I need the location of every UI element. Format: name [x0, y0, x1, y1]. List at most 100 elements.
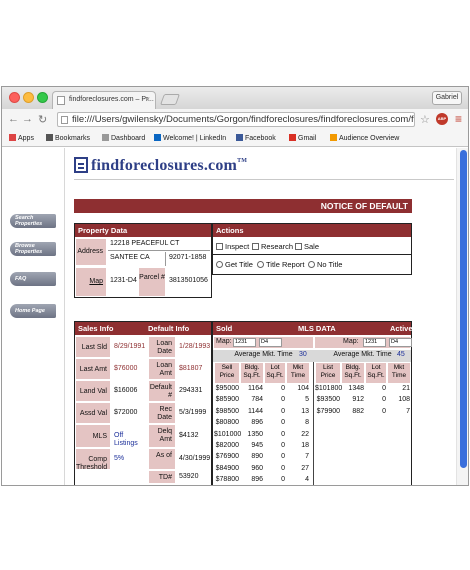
sold-cell: 890 — [251, 453, 263, 461]
bookmark-star-icon[interactable]: ☆ — [420, 113, 430, 126]
sold-cell: 8 — [305, 419, 309, 427]
browser-tab[interactable]: findforeclosures.com – Pr... × — [52, 91, 156, 109]
sales-value: $72000 — [114, 409, 138, 416]
sold-map-input-b[interactable]: D4 — [259, 338, 282, 347]
sold-cell: 0 — [281, 385, 285, 392]
city-value: SANTEE CA — [108, 252, 166, 266]
radio-icon[interactable] — [257, 261, 264, 268]
nav-search-properties[interactable]: Search Properties — [10, 214, 56, 228]
mls-divider — [313, 362, 314, 485]
bookmark-item[interactable]: Welcome! | LinkedIn — [154, 134, 226, 142]
bookmark-item[interactable]: Facebook — [236, 134, 276, 142]
sold-cell: 5 — [305, 396, 309, 404]
logo-trademark: TM — [237, 158, 248, 164]
nav-faq[interactable]: FAQ — [10, 272, 56, 286]
sales-label: Last Sld — [75, 336, 111, 358]
logo-text: findforeclosures.com — [91, 157, 238, 174]
sold-map-input-a[interactable]: 1231 — [233, 338, 256, 347]
sold-cell: 13 — [301, 407, 309, 415]
bookmark-label: Welcome! | LinkedIn — [163, 135, 227, 142]
back-arrow-icon[interactable]: ← — [8, 113, 19, 125]
active-map-label: Map: — [343, 338, 359, 345]
bookmark-item[interactable]: Dashboard — [102, 134, 145, 142]
sold-cell: 0 — [281, 430, 285, 438]
sold-cell: 0 — [281, 453, 285, 461]
sales-value[interactable]: Off Listings — [112, 424, 148, 448]
menu-icon[interactable]: ≡ — [455, 112, 462, 126]
default-value: $4132 — [179, 432, 199, 439]
parcel-value: 3813501056 — [169, 277, 208, 284]
active-map-input-a[interactable]: 1231 — [363, 338, 386, 347]
title-report-radio[interactable]: Title Report — [257, 260, 305, 269]
bookmark-item[interactable]: Apps — [9, 134, 34, 142]
nav-home-page[interactable]: Home Page — [10, 304, 56, 318]
sold-cell: 945 — [251, 442, 263, 449]
sold-column-header: Lot Sq.Ft. — [264, 362, 286, 384]
active-cell: 0 — [382, 385, 386, 392]
sales-info-header: Sales Info Default Info — [75, 322, 211, 335]
reload-icon[interactable]: ↻ — [38, 113, 47, 126]
adblock-icon[interactable]: ABP — [436, 113, 448, 125]
bookmark-item[interactable]: Bookmarks — [46, 134, 90, 142]
sales-value: $76000 — [114, 365, 138, 372]
sold-cell: 1144 — [247, 407, 263, 415]
sold-cell: 104 — [297, 385, 309, 392]
profile-button[interactable]: Gabriel — [432, 91, 462, 105]
forward-arrow-icon[interactable]: → — [22, 113, 33, 125]
default-value: 294331 — [179, 387, 203, 394]
sold-cell: $95000 — [215, 385, 239, 392]
sold-cell: 0 — [281, 419, 285, 427]
new-tab-button[interactable] — [159, 94, 181, 105]
site-logo[interactable]: findforeclosures.comTM — [74, 157, 247, 175]
research-checkbox[interactable]: Research — [252, 242, 293, 251]
sold-cell: 0 — [281, 476, 285, 484]
bookmark-item[interactable]: Gmail — [289, 134, 316, 142]
inspect-label: Inspect — [225, 242, 250, 251]
sold-cell: $101000 — [214, 430, 242, 438]
active-map-input-b[interactable]: D4 — [389, 338, 412, 347]
address-bar[interactable]: file:///Users/gwilensky/Documents/Gorgon… — [57, 112, 415, 127]
checkbox-icon[interactable] — [252, 243, 259, 250]
page-icon — [102, 134, 109, 141]
sold-cell: 4 — [305, 476, 309, 484]
active-column-header: Bldg. Sq.Ft. — [341, 362, 365, 384]
map-label[interactable]: Map — [75, 267, 107, 297]
title-bar: findforeclosures.com – Pr... × Gabriel — [2, 87, 468, 109]
default-label: Delq Amt — [148, 424, 176, 448]
radio-icon[interactable] — [216, 261, 223, 268]
bookmark-label: Facebook — [245, 135, 276, 142]
gmail-icon — [289, 134, 296, 141]
mls-data-header: Sold MLS DATA Active — [213, 322, 413, 335]
apps-grid-icon — [9, 134, 16, 141]
default-label: Rec Date — [148, 402, 176, 424]
minimize-window-icon[interactable] — [23, 92, 34, 103]
sold-cell: $85900 — [215, 396, 239, 404]
tab-close-icon[interactable]: × — [145, 95, 150, 104]
close-window-icon[interactable] — [9, 92, 20, 103]
scrollbar-thumb[interactable] — [460, 150, 467, 468]
radio-icon[interactable] — [308, 261, 315, 268]
analytics-icon — [330, 134, 337, 141]
default-label: Loan Amt — [148, 358, 176, 380]
active-column-header: List Price — [315, 362, 341, 384]
no-title-radio[interactable]: No Title — [308, 260, 342, 269]
map-value: 1231-D4 — [110, 277, 137, 284]
vertical-scrollbar[interactable] — [456, 148, 468, 485]
sold-cell: 22 — [301, 430, 309, 438]
checkbox-icon[interactable] — [295, 243, 302, 250]
get-title-radio[interactable]: Get Title — [216, 260, 253, 269]
sold-cell: 7 — [305, 453, 309, 461]
actions-divider — [213, 254, 411, 255]
nav-browse-properties[interactable]: Browse Properties — [10, 242, 56, 256]
sale-checkbox[interactable]: Sale — [295, 242, 319, 251]
checkbox-icon[interactable] — [216, 243, 223, 250]
inspect-checkbox[interactable]: Inspect — [216, 242, 249, 251]
sidebar-divider — [64, 148, 65, 485]
sold-cell: 18 — [301, 442, 309, 449]
default-value: $81807 — [179, 365, 203, 372]
sold-cell: $76900 — [215, 453, 239, 461]
bookmark-item[interactable]: Audience Overview — [330, 134, 399, 142]
zoom-window-icon[interactable] — [37, 92, 48, 103]
sold-title: Sold — [216, 324, 233, 333]
sold-cell: $98500 — [215, 407, 239, 415]
